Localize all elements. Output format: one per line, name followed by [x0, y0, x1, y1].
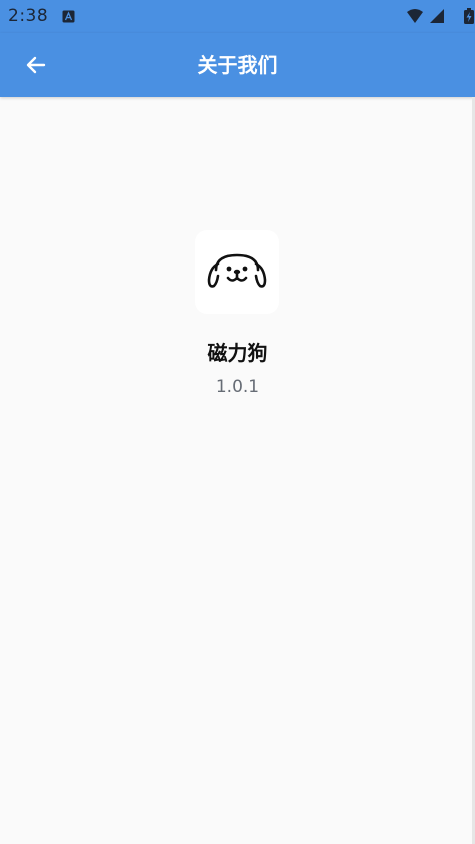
status-indicators	[407, 8, 474, 24]
page-title: 关于我们	[197, 53, 278, 77]
dog-face-icon	[207, 253, 267, 288]
app-version: 1.0.1	[215, 377, 260, 397]
signal-icon	[430, 9, 444, 23]
app-logo	[195, 230, 279, 314]
status-time: 2:38	[8, 6, 49, 26]
app-bar: 关于我们	[0, 33, 475, 97]
arrow-left-icon	[26, 56, 46, 74]
battery-charging-icon	[464, 8, 474, 24]
app-name: 磁力狗	[207, 341, 268, 365]
about-content: 磁力狗 1.0.1	[0, 97, 472, 844]
back-button[interactable]	[16, 45, 56, 85]
a-badge-icon	[62, 10, 75, 23]
wifi-icon	[407, 9, 423, 23]
status-bar: 2:38	[0, 0, 475, 33]
